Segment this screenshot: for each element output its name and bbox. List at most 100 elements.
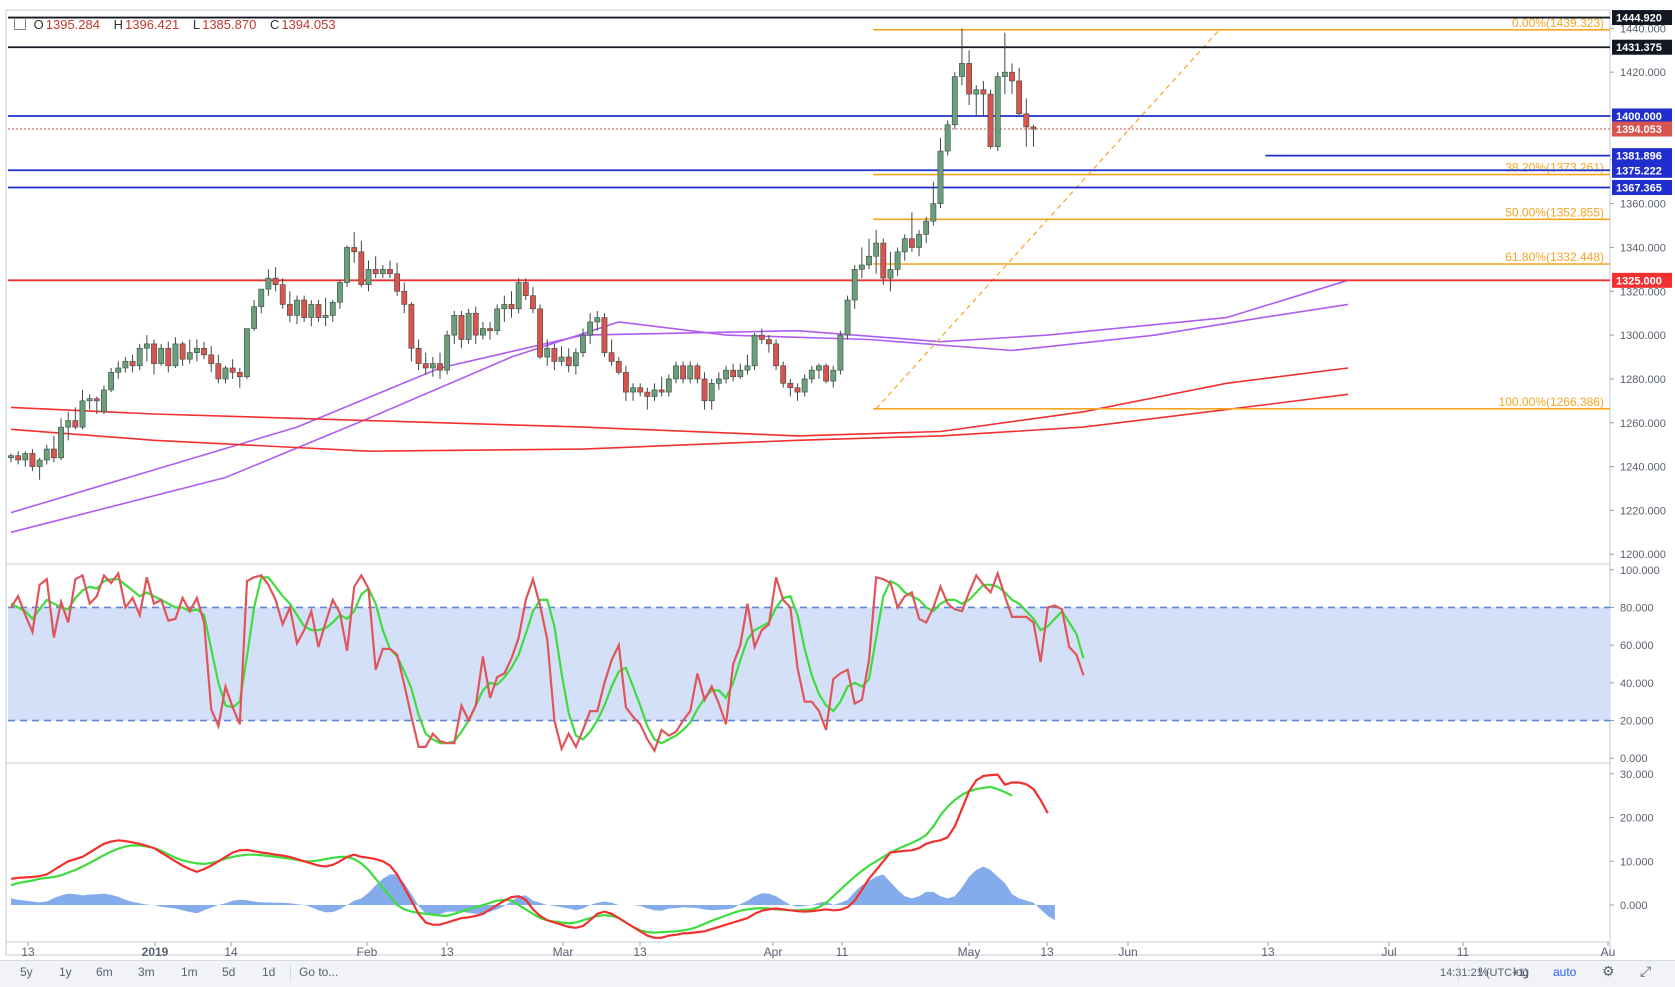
candle-body <box>966 63 972 95</box>
candle-body <box>751 334 758 367</box>
candle-body <box>894 251 901 270</box>
candle-body <box>530 295 536 310</box>
candle-body <box>866 255 872 266</box>
candle-body <box>644 391 651 397</box>
candle-body <box>179 343 186 360</box>
candle-body <box>365 269 372 286</box>
candle-body <box>951 76 958 126</box>
candle-body <box>737 369 744 378</box>
log-scale-button[interactable]: log <box>1513 965 1529 979</box>
candle-body <box>601 317 608 353</box>
candle-body <box>794 387 801 393</box>
candle-body <box>151 343 157 364</box>
chart[interactable]: 1200.000 1220.000 1240.000 1260.000 1280.000… <box>0 0 1675 986</box>
candle-body <box>122 361 129 369</box>
candle-body <box>1030 126 1037 130</box>
candle-body <box>944 124 951 152</box>
range-1m-button[interactable]: 1m <box>181 965 198 979</box>
candle-body <box>344 247 350 283</box>
range-6m-button[interactable]: 6m <box>96 965 113 979</box>
candle-body <box>194 347 200 353</box>
stochastic-tick-label: 0.000 <box>1620 753 1648 765</box>
range-5d-button[interactable]: 5d <box>222 965 235 979</box>
candle-body <box>43 448 50 461</box>
candle-body <box>637 387 644 393</box>
candle-body <box>780 365 787 384</box>
candle-body <box>322 315 329 318</box>
candle-body <box>472 312 479 336</box>
open-value: 1395.284 <box>45 17 100 32</box>
macd-tick-label: 30.000 <box>1620 769 1654 781</box>
price-tag-label: 1400.000 <box>1616 111 1662 123</box>
candle-body <box>565 356 572 367</box>
time-tick-label: Jun <box>1118 945 1137 959</box>
candle-body <box>93 398 100 402</box>
candle-body <box>401 290 408 305</box>
candle-body <box>158 347 165 364</box>
price-tick-label: 1320.000 <box>1620 286 1666 298</box>
price-tick-label: 1220.000 <box>1620 505 1666 517</box>
price-tick-label: 1200.000 <box>1620 549 1666 561</box>
range-1y-button[interactable]: 1y <box>59 965 72 979</box>
candle-body <box>358 251 365 286</box>
candle-body <box>487 328 493 332</box>
candle-body <box>908 238 915 248</box>
candle-body <box>858 264 865 270</box>
candle-body <box>773 343 779 367</box>
candle-body <box>351 247 358 253</box>
candle-body <box>980 89 987 95</box>
candle-body <box>236 372 243 378</box>
candle-body <box>572 352 579 367</box>
candle-body <box>537 308 543 358</box>
candle-body <box>930 203 937 222</box>
candle-body <box>973 89 980 95</box>
toolbar-divider <box>1458 965 1459 982</box>
candle-body <box>594 317 601 323</box>
candle-body <box>437 363 443 371</box>
candle-body <box>887 269 894 279</box>
price-tick-label: 1340.000 <box>1620 242 1666 254</box>
candle-body <box>72 420 79 428</box>
macd-tick-label: 0.000 <box>1620 900 1648 912</box>
price-tick-label: 1440.000 <box>1620 23 1666 35</box>
candle-body <box>615 361 622 373</box>
settings-gear-icon[interactable]: ⚙ <box>1602 963 1615 980</box>
candle-body <box>315 304 322 318</box>
auto-scale-button[interactable]: auto <box>1553 965 1576 979</box>
range-5y-button[interactable]: 5y <box>20 965 33 979</box>
fib-level-label: 100.00%(1266.386) <box>1499 395 1604 409</box>
candle-body <box>36 459 43 467</box>
range-3m-button[interactable]: 3m <box>138 965 155 979</box>
candle-body <box>101 389 107 413</box>
candle-body <box>258 288 265 307</box>
legend-toggle-icon[interactable] <box>14 18 26 30</box>
candle-body <box>723 369 729 380</box>
candle-body <box>129 361 136 367</box>
percent-scale-button[interactable]: % <box>1478 965 1489 979</box>
range-1d-button[interactable]: 1d <box>262 965 275 979</box>
fullscreen-icon[interactable]: ⤢ <box>1640 963 1651 980</box>
candle-body <box>165 347 172 367</box>
candle-body <box>765 339 772 345</box>
candle-body <box>208 354 215 364</box>
candle-body <box>336 282 343 303</box>
candle-body <box>544 347 551 358</box>
candle-body <box>465 312 472 340</box>
candle-body <box>808 369 815 380</box>
time-tick-label: 13 <box>440 945 454 959</box>
price-tag-label: 1394.053 <box>1616 124 1662 136</box>
bottom-toolbar: 5y 1y 6m 3m 1m 5d 1d Go to... 14:31:21 (… <box>0 960 1675 987</box>
candle-body <box>708 383 715 402</box>
candle-body <box>422 363 429 369</box>
candle-body <box>1001 71 1008 77</box>
candle-body <box>658 389 665 393</box>
close-label: C <box>269 17 280 32</box>
macd-tick-label: 20.000 <box>1620 813 1654 825</box>
candle-body <box>65 420 72 428</box>
time-tick-label: Jul <box>1381 945 1396 959</box>
candle-body <box>458 315 465 340</box>
candle-body <box>665 378 672 393</box>
close-value: 1394.053 <box>281 17 336 32</box>
background <box>0 0 1675 986</box>
goto-button[interactable]: Go to... <box>299 965 338 979</box>
